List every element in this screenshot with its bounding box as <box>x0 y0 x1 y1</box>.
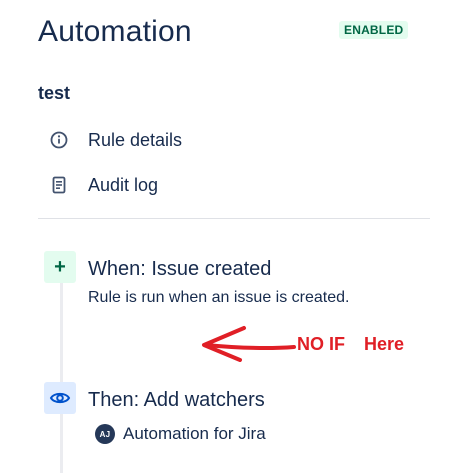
info-icon <box>48 129 70 151</box>
annotation-arrow <box>202 326 296 362</box>
status-badge: ENABLED <box>339 21 409 39</box>
nav-item-audit-log[interactable]: Audit log <box>48 173 158 197</box>
action-step-title[interactable]: Then: Add watchers <box>88 387 265 413</box>
divider <box>38 218 430 219</box>
avatar: AJ <box>95 424 115 444</box>
actor-label: Automation for Jira <box>123 424 266 443</box>
annotation-text-here: Here <box>364 334 405 354</box>
action-step-icon[interactable] <box>44 382 76 414</box>
rule-name: test <box>38 83 71 103</box>
nav-item-label: Rule details <box>88 130 183 150</box>
action-step-actor: AJ Automation for Jira <box>95 423 266 445</box>
trigger-step-title[interactable]: When: Issue created <box>88 256 271 282</box>
trigger-step-description: Rule is run when an issue is created. <box>88 289 350 306</box>
eye-icon <box>49 387 71 409</box>
nav-item-rule-details[interactable]: Rule details <box>48 128 182 152</box>
plus-icon: + <box>54 255 66 278</box>
annotation-text-no-if: NO IF <box>297 334 345 354</box>
trigger-step-icon[interactable]: + <box>44 251 76 283</box>
timeline-line <box>60 270 63 473</box>
page-title: Automation <box>38 15 192 48</box>
document-icon <box>48 174 70 196</box>
nav-item-label: Audit log <box>88 175 159 195</box>
